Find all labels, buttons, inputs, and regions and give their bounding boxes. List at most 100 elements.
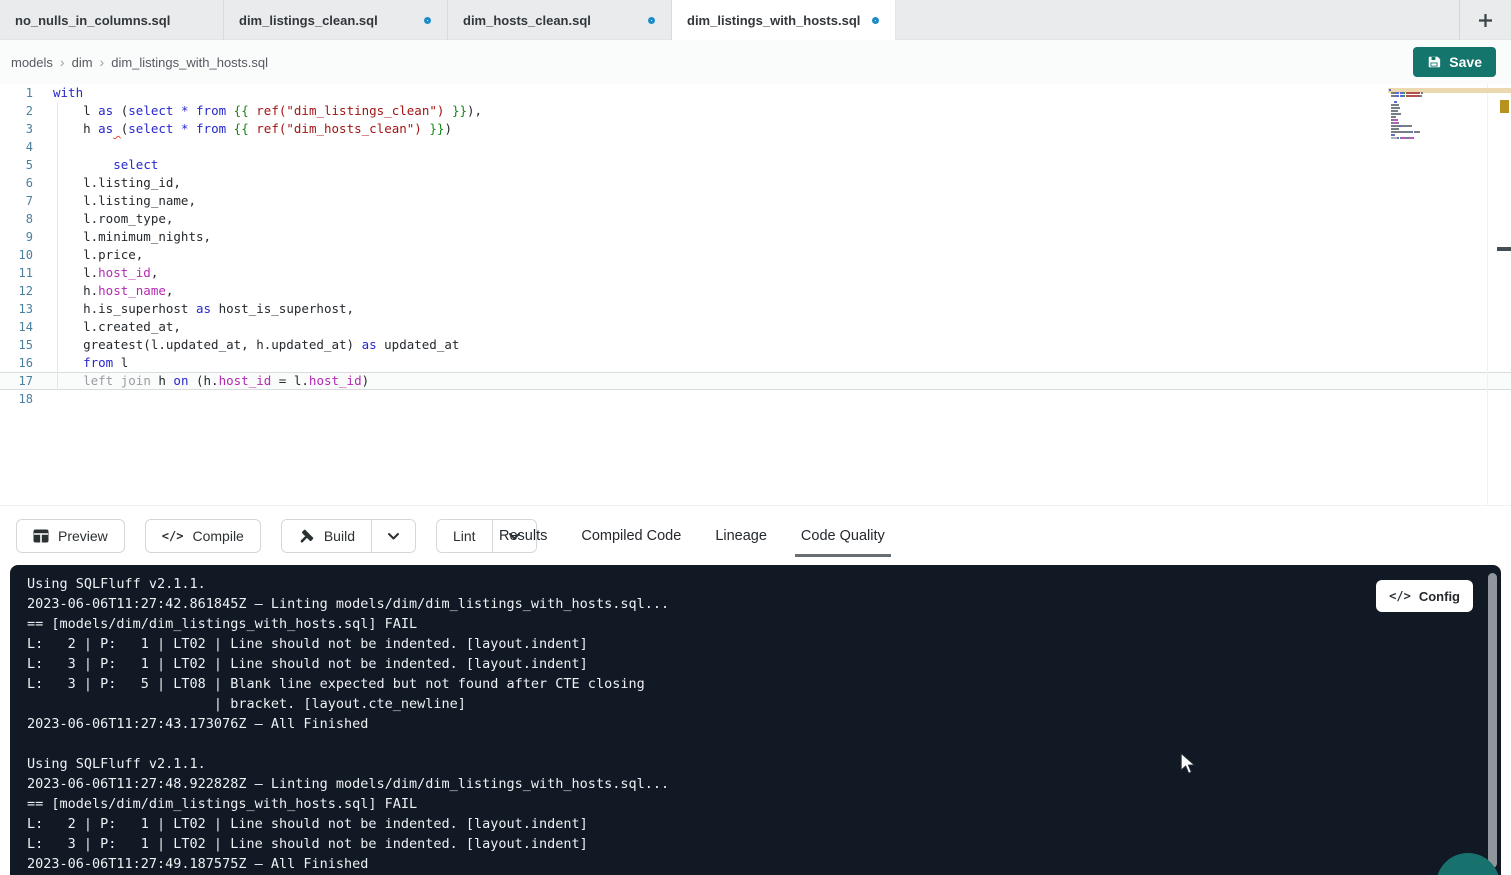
breadcrumb-separator-icon: › (60, 54, 65, 70)
minimap-line (1389, 107, 1469, 109)
minimap-line (1389, 134, 1469, 136)
config-button[interactable]: </> Config (1376, 580, 1473, 612)
panel-tab-code-quality[interactable]: Code Quality (799, 506, 887, 566)
build-button[interactable]: Build (282, 520, 371, 552)
preview-button[interactable]: Preview (16, 519, 125, 553)
overview-ruler-cursor-mark (1497, 247, 1511, 251)
minimap-line (1389, 116, 1469, 118)
terminal-output: Using SQLFluff v2.1.1. 2023-06-06T11:27:… (10, 565, 1501, 874)
minimap-line (1389, 122, 1469, 124)
code-brackets-icon: </> (1389, 589, 1411, 603)
breadcrumb: models › dim › dim_listings_with_hosts.sql (0, 54, 268, 70)
code-line-4: 4 (0, 138, 1511, 156)
minimap-line (1389, 131, 1469, 133)
code-line-content: l.listing_id, (53, 174, 181, 192)
code-line-17: 17 left join h on (h.host_id = l.host_id… (0, 372, 1511, 390)
compile-button[interactable]: </> Compile (145, 519, 261, 553)
panel-tab-compiled-code[interactable]: Compiled Code (579, 506, 683, 566)
config-button-label: Config (1419, 589, 1460, 604)
build-dropdown-toggle[interactable] (371, 520, 415, 552)
action-bar: Preview </> Compile Build (0, 505, 1511, 565)
panel-tab-results[interactable]: Results (497, 506, 549, 566)
code-line-18: 18 (0, 390, 1511, 408)
terminal-scrollbar-thumb[interactable] (1488, 573, 1497, 868)
file-tab-no_nulls_in_columns.sql[interactable]: no_nulls_in_columns.sql (0, 0, 224, 40)
code-line-10: 10 l.price, (0, 246, 1511, 264)
lint-terminal: Using SQLFluff v2.1.1. 2023-06-06T11:27:… (10, 565, 1501, 875)
line-number: 5 (0, 156, 33, 174)
file-tab-bar: no_nulls_in_columns.sql dim_listings_clea… (0, 0, 1511, 40)
minimap-line (1389, 128, 1469, 130)
preview-table-icon (33, 529, 49, 543)
code-line-content: from l (53, 354, 128, 372)
editor-actions: Preview </> Compile Build (16, 519, 537, 553)
code-line-12: 12 h.host_name, (0, 282, 1511, 300)
code-line-content: l.room_type, (53, 210, 173, 228)
code-line-14: 14 l.created_at, (0, 318, 1511, 336)
code-line-2: 2 l as (select * from {{ ref("dim_listin… (0, 102, 1511, 120)
panel-tabs: Results Compiled Code Lineage Code Quality (497, 506, 887, 566)
line-number: 6 (0, 174, 33, 192)
code-line-content: with (53, 84, 83, 102)
build-button-group: Build (281, 519, 416, 553)
minimap-line (1389, 110, 1469, 112)
line-number: 13 (0, 300, 33, 318)
minimap-line (1389, 101, 1469, 103)
preview-button-label: Preview (58, 528, 108, 544)
compile-button-label: Compile (192, 528, 243, 544)
minimap-line (1389, 98, 1469, 100)
panel-tab-lineage[interactable]: Lineage (713, 506, 769, 566)
minimap-line (1389, 119, 1469, 121)
code-line-content: h.is_superhost as host_is_superhost, (53, 300, 354, 318)
code-line-content: l.created_at, (53, 318, 181, 336)
new-tab-button[interactable] (1459, 0, 1511, 40)
line-number: 8 (0, 210, 33, 228)
line-number: 10 (0, 246, 33, 264)
code-line-1: 1 with (0, 84, 1511, 102)
code-editor[interactable]: 1with2 l as (select * from {{ ref("dim_l… (0, 84, 1511, 505)
breadcrumb-item-dim[interactable]: dim (72, 55, 93, 70)
modified-dot-icon (424, 17, 431, 24)
code-brackets-icon: </> (162, 529, 184, 543)
minimap-line (1389, 125, 1469, 127)
lint-button-label: Lint (453, 528, 476, 544)
code-line-5: 5 select (0, 156, 1511, 174)
code-line-content: left join h on (h.host_id = l.host_id) (53, 372, 369, 390)
line-number: 15 (0, 336, 33, 354)
breadcrumb-item-models[interactable]: models (11, 55, 53, 70)
file-tab-label: dim_listings_with_hosts.sql (687, 13, 860, 28)
minimap[interactable] (1389, 89, 1469, 143)
code-line-content: l.host_id, (53, 264, 158, 282)
minimap-line (1389, 95, 1469, 97)
lint-button[interactable]: Lint (437, 520, 492, 552)
line-number: 1 (0, 84, 33, 102)
plus-icon (1477, 12, 1494, 29)
save-icon (1427, 55, 1441, 69)
terminal-scrollbar[interactable] (1488, 573, 1497, 871)
file-tab-dim_hosts_clean.sql[interactable]: dim_hosts_clean.sql (448, 0, 672, 40)
file-tab-label: dim_hosts_clean.sql (463, 13, 591, 28)
code-line-8: 8 l.room_type, (0, 210, 1511, 228)
breadcrumb-bar: models › dim › dim_listings_with_hosts.sql S… (0, 40, 1511, 84)
modified-dot-icon (872, 17, 879, 24)
code-line-content: h.host_name, (53, 282, 173, 300)
code-line-content: l.listing_name, (53, 192, 196, 210)
minimap-line (1389, 137, 1469, 139)
minimap-line (1389, 113, 1469, 115)
file-tab-dim_listings_clean.sql[interactable]: dim_listings_clean.sql (224, 0, 448, 40)
code-line-15: 15 greatest(l.updated_at, h.updated_at) … (0, 336, 1511, 354)
breadcrumb-item-dim_listings_with_hosts.sql[interactable]: dim_listings_with_hosts.sql (111, 55, 268, 70)
file-tab-label: dim_listings_clean.sql (239, 13, 378, 28)
line-number: 3 (0, 120, 33, 138)
code-line-3: 3 h as (select * from {{ ref("dim_hosts_… (0, 120, 1511, 138)
code-line-content: l as (select * from {{ ref("dim_listings… (53, 102, 482, 120)
minimap-line (1389, 140, 1469, 142)
line-number: 11 (0, 264, 33, 282)
line-number: 2 (0, 102, 33, 120)
code-line-7: 7 l.listing_name, (0, 192, 1511, 210)
save-button-label: Save (1449, 54, 1482, 70)
breadcrumb-separator-icon: › (100, 54, 105, 70)
save-button[interactable]: Save (1413, 47, 1496, 77)
hammer-icon (298, 528, 315, 545)
file-tab-dim_listings_with_hosts.sql[interactable]: dim_listings_with_hosts.sql (672, 0, 896, 40)
